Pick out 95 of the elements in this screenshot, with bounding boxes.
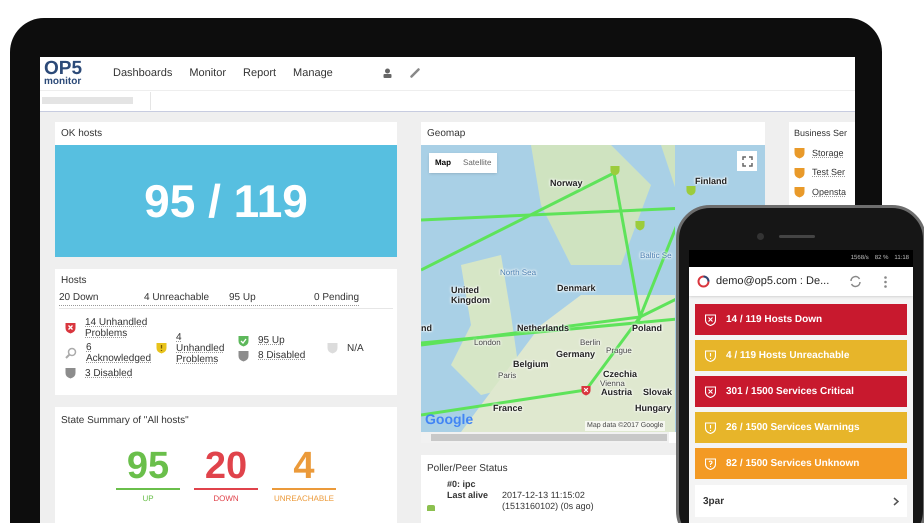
host-status-link[interactable]: 95 Up xyxy=(258,335,285,346)
shield-icon xyxy=(705,458,716,470)
host-status-link[interactable]: 6 Acknowledged xyxy=(86,342,156,364)
phone-camera xyxy=(757,233,764,240)
user-icon[interactable] xyxy=(382,68,392,78)
nav-link[interactable]: Manage xyxy=(293,65,333,82)
host-ok-marker-icon xyxy=(635,220,645,231)
phone-earpiece xyxy=(779,235,815,238)
map-attribution-logo: Google xyxy=(425,410,474,429)
country-label: Poland xyxy=(632,323,662,333)
alert-banner[interactable]: 301 / 1500 Services Critical xyxy=(695,376,907,407)
country-label: Belgium xyxy=(513,359,549,369)
alert-banner[interactable]: 14 / 119 Hosts Down xyxy=(695,304,907,335)
business-service-link[interactable]: Test Ser xyxy=(812,166,846,180)
host-summary-link[interactable]: 95 Up xyxy=(229,290,314,306)
state-underline xyxy=(116,488,180,490)
map-type-tab[interactable]: Satellite xyxy=(457,153,498,173)
nav-link[interactable]: Monitor xyxy=(189,65,226,82)
shield-icon xyxy=(327,342,338,354)
state-count: 95 xyxy=(126,446,170,486)
host-status-link[interactable]: 3 Disabled xyxy=(85,368,132,378)
state-label: DOWN xyxy=(213,493,239,505)
shield-icon xyxy=(65,367,76,379)
country-label: nd xyxy=(421,323,432,333)
state-count: 4 xyxy=(293,446,315,486)
field-value: (1513160102) (0s ago) xyxy=(502,501,594,512)
state-underline xyxy=(194,488,258,490)
shield-icon xyxy=(238,334,249,346)
card-title: Business Ser xyxy=(794,127,848,140)
card-title: OK hosts xyxy=(60,127,104,141)
card-title: State Summary of "All hosts" xyxy=(61,414,190,428)
shield-icon xyxy=(156,342,167,354)
sea-label: North Sea xyxy=(500,268,536,278)
city-label: Vienna xyxy=(600,379,625,388)
business-service-link[interactable]: Storage xyxy=(812,146,844,160)
host-status-link[interactable]: 14 Unhandled Problems xyxy=(85,317,155,339)
host-status-link[interactable]: 4 Unhandled Problems xyxy=(176,332,228,364)
host-status-link[interactable]: N/A xyxy=(347,342,364,354)
ok-hosts-count: 95 / 119 xyxy=(55,145,397,257)
host-down-marker-icon xyxy=(581,385,591,396)
shield-icon xyxy=(794,166,805,179)
app-logo-icon xyxy=(697,275,710,288)
city-label: London xyxy=(474,338,501,348)
nav-link[interactable]: Report xyxy=(243,65,276,82)
card-title: Poller/Peer Status xyxy=(427,462,508,476)
host-ok-marker-icon xyxy=(610,165,620,176)
country-label: Hungary xyxy=(635,403,672,413)
app-title: demo@op5.com : De... xyxy=(716,274,830,290)
shield-icon xyxy=(794,147,805,160)
shield-icon xyxy=(65,322,76,334)
logo-subtitle: monitor xyxy=(44,76,82,87)
host-status-link[interactable]: 8 Disabled xyxy=(258,350,306,361)
list-item[interactable]: 3par xyxy=(695,485,907,517)
city-label: Paris xyxy=(498,371,516,381)
country-label: France xyxy=(493,403,523,413)
country-label: Germany xyxy=(556,349,596,359)
fullscreen-icon xyxy=(742,156,752,166)
field-label: Last alive xyxy=(447,490,488,502)
country-label: Finland xyxy=(695,176,727,186)
logo[interactable]: OP5 xyxy=(44,60,104,77)
host-summary-link[interactable]: 0 Pending xyxy=(314,290,360,306)
fullscreen-button[interactable] xyxy=(737,151,757,171)
country-label: Czechia xyxy=(603,369,638,379)
business-service-link[interactable]: Opensta xyxy=(812,186,846,199)
host-summary-link[interactable]: 4 Unreachable xyxy=(144,290,229,306)
shield-icon xyxy=(794,186,805,198)
state-label: UNREACHABLE xyxy=(274,493,334,505)
shield-icon xyxy=(705,350,716,362)
refresh-icon[interactable] xyxy=(849,275,862,288)
host-ok-marker-icon xyxy=(686,185,696,196)
state-label: UP xyxy=(142,493,154,505)
state-underline xyxy=(272,488,336,490)
map-type-tab[interactable]: Map xyxy=(429,153,457,173)
country-label: Norway xyxy=(550,178,583,188)
poller-name: #0: ipc xyxy=(447,479,477,490)
shield-icon xyxy=(705,314,716,326)
city-label: Berlin xyxy=(580,338,600,348)
status-indicator-icon xyxy=(427,505,435,511)
more-icon[interactable] xyxy=(884,276,888,288)
country-label: Slovak xyxy=(643,387,672,397)
chevron-right-icon xyxy=(893,496,899,506)
card-title: Hosts xyxy=(60,274,88,288)
state-count: 20 xyxy=(204,446,248,486)
field-value: 2017-12-13 11:15:02 xyxy=(502,490,586,501)
horizontal-scrollbar[interactable] xyxy=(421,432,669,443)
host-summary-link[interactable]: 20 Down xyxy=(59,290,144,306)
country-label: United Kingdom xyxy=(451,285,490,305)
shield-icon xyxy=(238,350,249,362)
nav-link[interactable]: Dashboards xyxy=(113,65,172,82)
shield-icon xyxy=(705,386,716,398)
shield-icon xyxy=(705,422,716,434)
magnifier-icon xyxy=(65,347,77,359)
country-label: Austria xyxy=(601,387,632,397)
country-label: Denmark xyxy=(557,283,596,293)
card-title: Geomap xyxy=(426,127,466,141)
